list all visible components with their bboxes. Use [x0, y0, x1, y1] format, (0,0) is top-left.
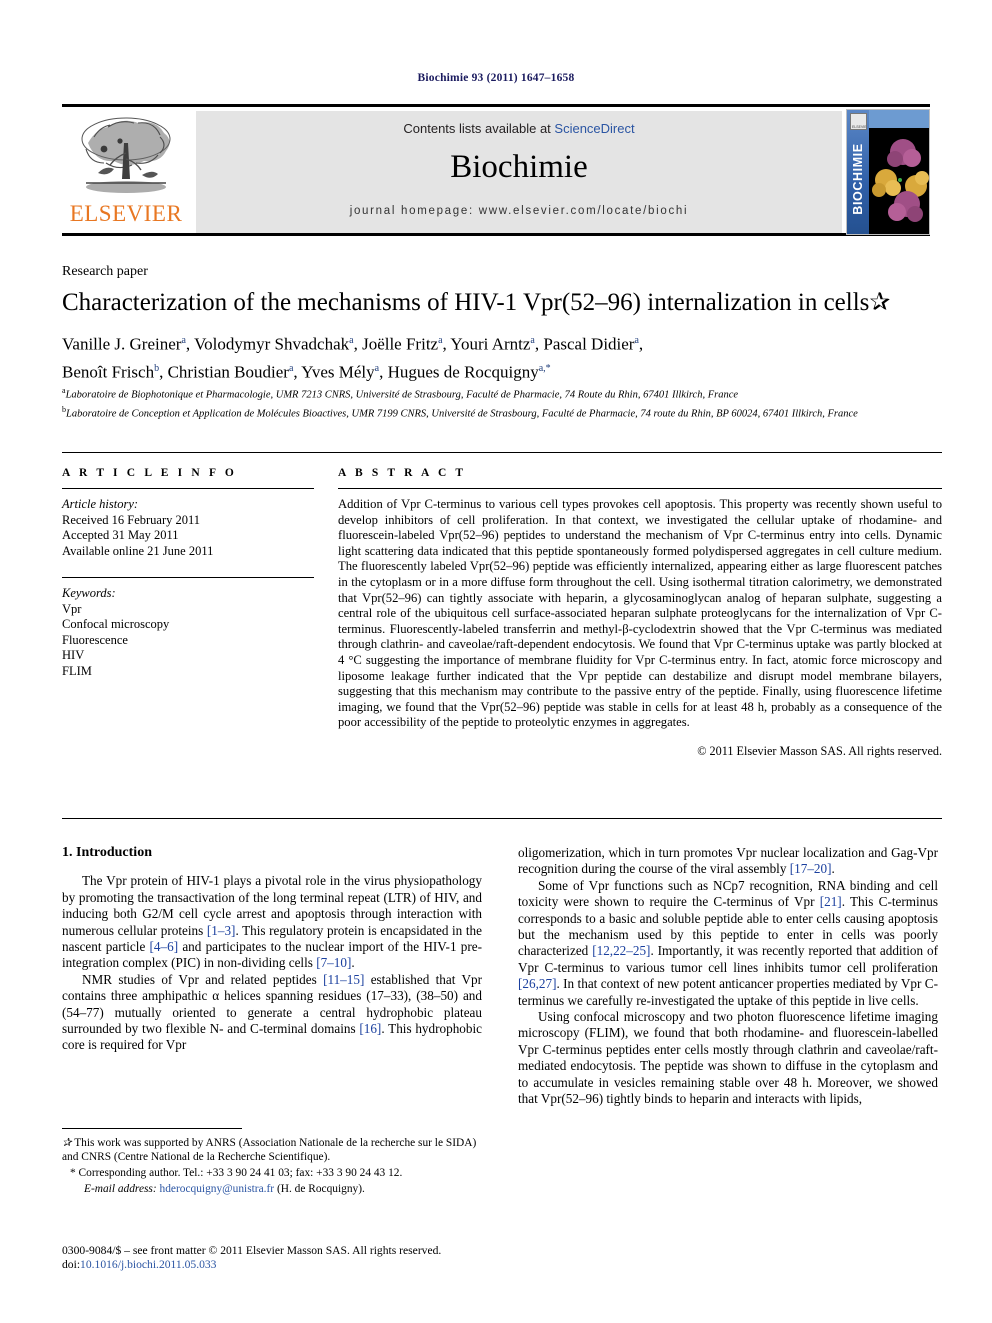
- divider: [62, 818, 942, 819]
- contents-available-line: Contents lists available at ScienceDirec…: [196, 121, 842, 136]
- journal-homepage-link[interactable]: journal homepage: www.elsevier.com/locat…: [196, 205, 842, 217]
- article-info-abstract-block: A R T I C L E I N F O Article history: R…: [62, 452, 942, 812]
- contents-prefix: Contents lists available at: [403, 121, 555, 136]
- article-history-group: Article history: Received 16 February 20…: [62, 489, 314, 559]
- cover-journal-title: BIOCHIMIE: [851, 143, 865, 215]
- keyword-item: Vpr: [62, 601, 82, 616]
- footnote-divider: [62, 1128, 242, 1129]
- cover-protein-artwork: [869, 128, 929, 234]
- footnote-email: E-mail address: hderocquigny@unistra.fr …: [62, 1182, 482, 1196]
- running-head: Biochimie 93 (2011) 1647–1658: [417, 72, 575, 84]
- accepted-date: Accepted 31 May 2011: [62, 528, 179, 542]
- intro-right-column: oligomerization, which in turn promotes …: [518, 845, 938, 1108]
- affiliation-b: bLaboratoire de Conception et Applicatio…: [62, 404, 858, 420]
- keyword-item: FLIM: [62, 663, 92, 678]
- elsevier-wordmark: ELSEVIER: [69, 201, 183, 226]
- intro-paragraph: NMR studies of Vpr and related peptides …: [62, 971, 482, 1053]
- elsevier-tree-icon: [81, 117, 171, 193]
- abstract-heading: A B S T R A C T: [338, 467, 467, 479]
- journal-cover-thumbnail[interactable]: ELSEVIER BIOCHIMIE: [846, 109, 930, 235]
- journal-masthead: ELSEVIER Contents lists available at Sci…: [62, 104, 930, 236]
- email-label: E-mail address:: [84, 1183, 157, 1195]
- article-info-heading: A R T I C L E I N F O: [62, 467, 237, 479]
- intro-left-column: 1. Introduction The Vpr protein of HIV-1…: [62, 845, 482, 1054]
- doi-link[interactable]: 10.1016/j.biochi.2011.05.033: [80, 1258, 216, 1271]
- intro-paragraph: The Vpr protein of HIV-1 plays a pivotal…: [62, 873, 482, 971]
- footnote-funding: ✰ This work was supported by ANRS (Assoc…: [62, 1137, 477, 1163]
- article-history-label: Article history:: [62, 497, 139, 511]
- available-online-date: Available online 21 June 2011: [62, 543, 214, 558]
- journal-title: Biochimie: [450, 149, 588, 185]
- masthead-band: Contents lists available at ScienceDirec…: [196, 111, 842, 233]
- doi-label: doi:: [62, 1258, 81, 1271]
- author-line-2: Benoît Frischb, Christian Boudiera, Yves…: [62, 362, 551, 382]
- funding-marker-icon: ✰: [869, 289, 891, 316]
- article-type: Research paper: [62, 264, 148, 279]
- email-link[interactable]: hderocquigny@unistra.fr: [160, 1183, 275, 1195]
- affiliation-a: aLaboratoire de Biophotonique et Pharmac…: [62, 386, 739, 401]
- footnote-block: ✰ This work was supported by ANRS (Assoc…: [62, 1136, 482, 1198]
- received-date: Received 16 February 2011: [62, 512, 201, 527]
- elsevier-logo: ELSEVIER: [62, 111, 190, 233]
- footnote-corresponding-author: * Corresponding author. Tel.: +33 3 90 2…: [70, 1167, 403, 1179]
- article-title-text: Characterization of the mechanisms of HI…: [62, 289, 870, 316]
- article-info-column: A R T I C L E I N F O Article history: R…: [62, 453, 314, 679]
- keyword-item: HIV: [62, 648, 85, 662]
- author-list: Vanille J. Greinera, Volodymyr Shvadchak…: [62, 329, 942, 384]
- section-heading-introduction: 1. Introduction: [62, 845, 152, 860]
- issn-copyright-line: 0300-9084/$ – see front matter © 2011 El…: [62, 1244, 442, 1257]
- keywords-group: Keywords: Vpr Confocal microscopy Fluore…: [62, 578, 314, 679]
- author-line-1: Vanille J. Greinera, Volodymyr Shvadchak…: [62, 334, 644, 354]
- imprint-block: 0300-9084/$ – see front matter © 2011 El…: [62, 1244, 562, 1272]
- keyword-item: Fluorescence: [62, 632, 128, 647]
- affiliations: aLaboratoire de Biophotonique et Pharmac…: [62, 384, 942, 421]
- email-suffix: (H. de Rocquigny).: [274, 1183, 365, 1195]
- abstract-column: A B S T R A C T Addition of Vpr C-termin…: [338, 453, 942, 759]
- page-title: Characterization of the mechanisms of HI…: [62, 288, 942, 318]
- keyword-item: Confocal microscopy: [62, 617, 170, 631]
- abstract-text: Addition of Vpr C-terminus to various ce…: [338, 497, 942, 730]
- cover-topbar: [869, 110, 929, 128]
- doi-line: doi:10.1016/j.biochi.2011.05.033: [62, 1258, 562, 1272]
- keywords-label: Keywords:: [62, 586, 116, 600]
- paper-page: Biochimie 93 (2011) 1647–1658 ELSEVIER C…: [0, 0, 992, 1323]
- abstract-copyright: © 2011 Elsevier Masson SAS. All rights r…: [697, 743, 942, 758]
- sciencedirect-link[interactable]: ScienceDirect: [554, 121, 634, 136]
- intro-paragraph: Some of Vpr functions such as NCp7 recog…: [518, 877, 939, 1008]
- intro-paragraph: oligomerization, which in turn promotes …: [518, 845, 938, 877]
- intro-paragraph: Using confocal microscopy and two photon…: [518, 1009, 938, 1107]
